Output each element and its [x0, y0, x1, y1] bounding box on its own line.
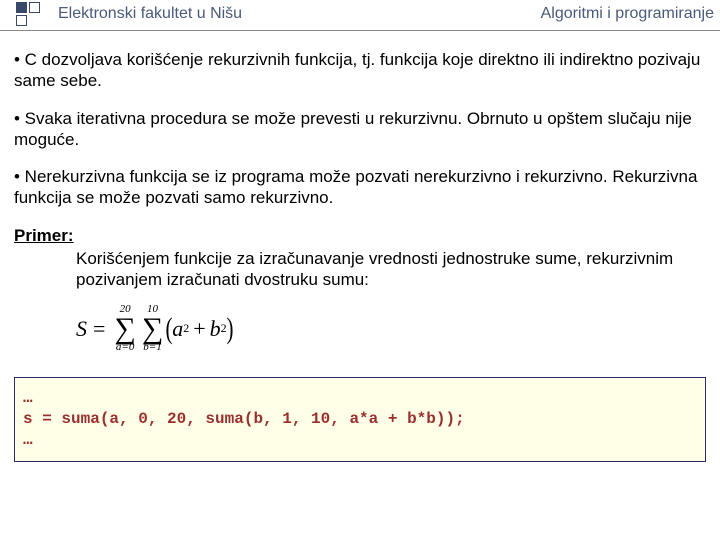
paren-open: ( — [166, 317, 173, 341]
term-a: a — [172, 315, 183, 343]
header-right-text: Algoritmi i programiranje — [541, 5, 714, 23]
sigma-2: 10 ∑ b=1 — [142, 304, 163, 353]
code-line-3: … — [23, 431, 33, 449]
sigma-1: 20 ∑ a=0 — [114, 304, 135, 353]
example-text: Korišćenjem funkcije za izračunavanje vr… — [76, 248, 706, 291]
slide-header: Elektronski fakultet u Nišu Algoritmi i … — [0, 0, 720, 28]
slide: Elektronski fakultet u Nišu Algoritmi i … — [0, 0, 720, 540]
code-box: … s = suma(a, 0, 20, suma(b, 1, 10, a*a … — [14, 377, 706, 461]
sigma-1-lower: a=0 — [116, 342, 134, 353]
paren-close: ) — [226, 317, 233, 341]
bullet-3: • Nerekurzivna funkcija se iz programa m… — [14, 166, 706, 209]
header-left-text: Elektronski fakultet u Nišu — [58, 5, 242, 23]
bullet-2: • Svaka iterativna procedura se može pre… — [14, 108, 706, 151]
formula-equals: = — [93, 315, 105, 343]
term-b: b — [210, 315, 221, 343]
plus-sign: + — [193, 315, 205, 343]
code-line-1: … — [23, 389, 33, 407]
example-label: Primer: — [14, 226, 74, 245]
example-section: Primer: Korišćenjem funkcije za izračuna… — [14, 225, 706, 354]
bullet-1: • C dozvoljava korišćenje rekurzivnih fu… — [14, 49, 706, 92]
code-line-2: s = suma(a, 0, 20, suma(b, 1, 10, a*a + … — [23, 410, 465, 428]
logo-icon — [16, 2, 44, 26]
sigma-2-lower: b=1 — [143, 342, 161, 353]
formula-lhs: S — [76, 315, 87, 343]
slide-body: • C dozvoljava korišćenje rekurzivnih fu… — [0, 31, 720, 353]
formula: S = 20 ∑ a=0 10 ∑ b=1 ( a2 + b2 — [76, 304, 706, 353]
exp-a: 2 — [183, 321, 189, 336]
